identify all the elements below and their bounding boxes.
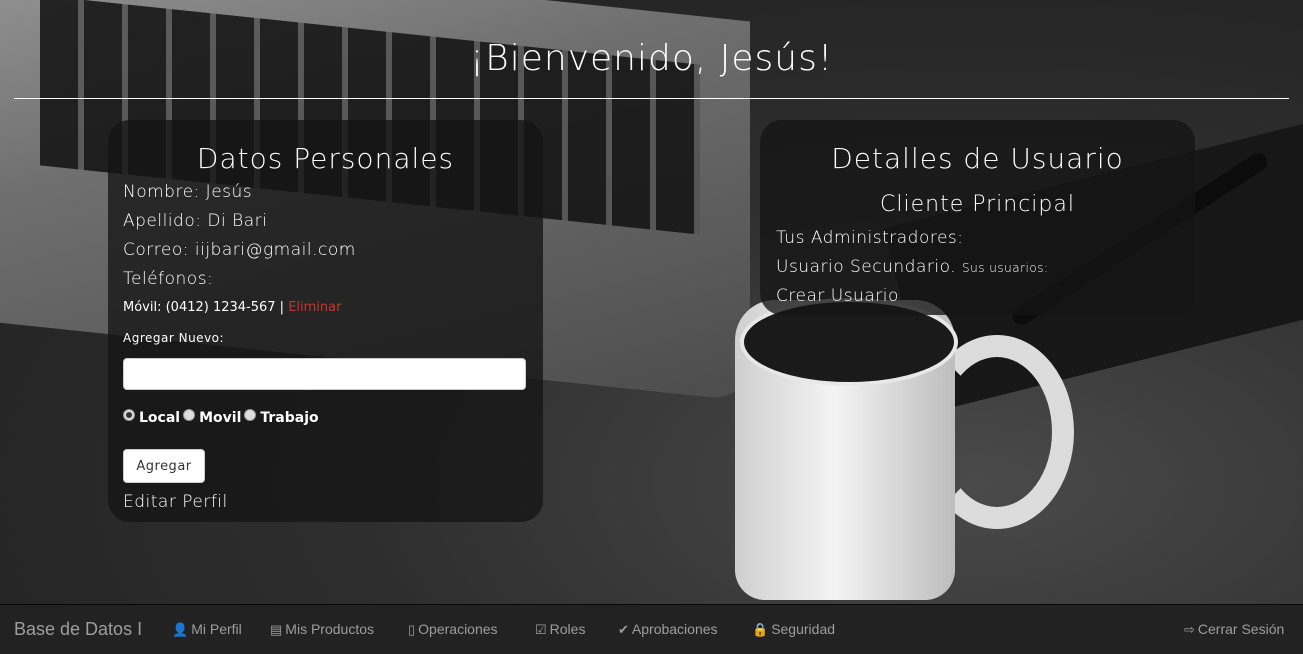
nav-operaciones[interactable]: ▯ Operaciones [408,621,498,638]
radio-local-label: Local [139,410,181,426]
nav-aprobaciones-label: Aprobaciones [631,621,718,637]
logout-icon: ⇨ [1184,622,1195,637]
radio-movil[interactable] [183,409,196,421]
title-divider [14,98,1289,99]
user-details-panel: Detalles de Usuario Cliente Principal Tu… [760,120,1195,315]
credit-card-icon: ▤ [270,622,283,637]
phone-entry: Móvil: (0412) 1234-567 | Eliminar [123,300,341,315]
nav-seguridad-label: Seguridad [771,621,836,637]
new-phone-input[interactable] [123,358,526,390]
nav-roles-label: Roles [549,621,586,637]
phones-label: Teléfonos: [123,269,214,289]
phone-entry-text: Móvil: (0412) 1234-567 | [123,300,285,315]
personal-data-title: Datos Personales [196,142,455,175]
secondary-user-label: Usuario Secundario. [776,257,957,277]
email-field: Correo: iijbari@gmail.com [123,240,356,260]
nav-cerrar-sesion[interactable]: ⇨ Cerrar Sesión [1184,621,1284,638]
lastname-field: Apellido: Di Bari [123,211,268,231]
phone-icon: ▯ [408,622,416,637]
radio-local[interactable] [123,409,135,421]
add-phone-button[interactable]: Agregar [123,449,205,483]
user-details-title: Detalles de Usuario [831,142,1124,175]
admins-label: Tus Administradores: [776,228,964,248]
radio-movil-label: Movil [199,410,242,426]
secondary-user-line: Usuario Secundario. Sus usuarios: [776,257,1049,277]
personal-data-panel: Datos Personales Nombre: Jesús Apellido:… [108,120,543,522]
delete-phone-link[interactable]: Eliminar [288,300,341,315]
nav-mis-productos[interactable]: ▤ Mis Productos [270,621,374,638]
nav-aprobaciones[interactable]: ✔ Aprobaciones [618,621,718,638]
add-new-label: Agregar Nuevo: [123,331,225,345]
name-field: Nombre: Jesús [123,182,253,202]
radio-trabajo[interactable] [244,409,257,421]
nav-mis-productos-label: Mis Productos [285,621,374,637]
nav-roles[interactable]: ☑ Roles [535,621,585,638]
nav-mi-perfil-label: Mi Perfil [191,621,242,637]
create-user-link[interactable]: Crear Usuario [776,286,899,306]
user-icon: 👤 [172,622,189,637]
user-role: Cliente Principal [880,192,1075,217]
navbar-brand[interactable]: Base de Datos I [14,619,142,640]
check-square-icon: ☑ [535,622,547,637]
edit-profile-link[interactable]: Editar Perfil [123,492,228,512]
nav-cerrar-sesion-label: Cerrar Sesión [1197,621,1285,637]
radio-trabajo-label: Trabajo [260,410,319,426]
phone-type-radios: Local Movil Trabajo [123,409,322,426]
nav-seguridad[interactable]: 🔒 Seguridad [752,621,835,638]
lock-icon: 🔒 [752,622,769,637]
checkmark-icon: ✔ [618,622,629,637]
nav-operaciones-label: Operaciones [418,621,498,637]
secondary-users-label: Sus usuarios: [962,261,1049,275]
nav-mi-perfil[interactable]: 👤 Mi Perfil [172,621,242,638]
bottom-navbar: Base de Datos I 👤 Mi Perfil ▤ Mis Producto… [0,604,1303,654]
page-title: ¡Bienvenido, Jesús! [469,38,834,79]
